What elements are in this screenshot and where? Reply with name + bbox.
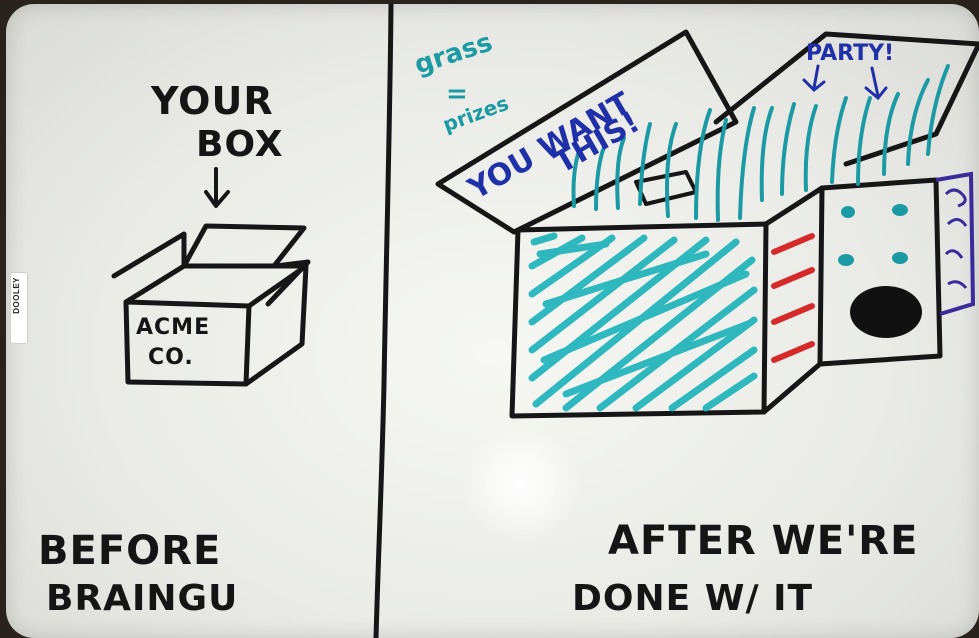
party-label: PARTY!: [806, 41, 894, 66]
box-label-acme: ACME: [136, 315, 210, 340]
light-glare: [461, 424, 581, 544]
note-grass: grass: [411, 27, 496, 80]
whiteboard-photo: DOOLEY YOUR BOX ACME CO. BEFORE BRAINGU …: [0, 0, 979, 638]
caption-after: AFTER WE'RE: [608, 518, 918, 564]
label-box: BOX: [196, 124, 284, 165]
divider-line: [373, 4, 394, 638]
caption-before: BEFORE: [38, 528, 221, 574]
box-label-co: CO.: [148, 345, 194, 370]
caption-braingu: BRAINGU: [46, 578, 238, 619]
drawing-canvas: YOUR BOX ACME CO. BEFORE BRAINGU grass =…: [38, 4, 979, 638]
acme-box-drawing: [111, 223, 311, 387]
down-arrow-icon: [204, 167, 230, 208]
decorated-box-drawing: [435, 29, 979, 419]
party-arrow-left-icon: [802, 64, 826, 93]
label-your: YOUR: [150, 79, 274, 123]
party-arrow-right-icon: [864, 66, 888, 101]
whiteboard: DOOLEY YOUR BOX ACME CO. BEFORE BRAINGU …: [6, 4, 979, 638]
caption-done: DONE W/ IT: [572, 578, 813, 619]
